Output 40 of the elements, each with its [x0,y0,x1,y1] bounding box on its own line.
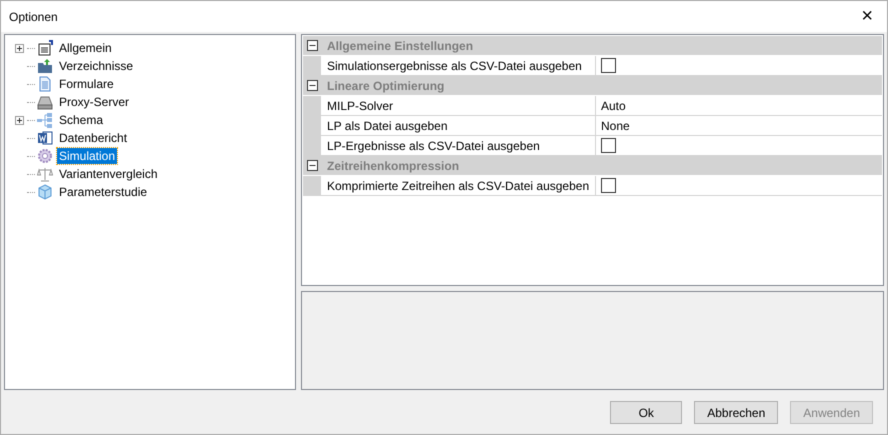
checkbox[interactable] [601,58,616,73]
tree-item[interactable]: Allgemein [57,40,114,56]
tree-item[interactable]: Variantenvergleich [57,166,160,182]
tree-item[interactable]: Formulare [57,76,116,92]
collapse-icon[interactable] [306,40,318,51]
category-label: Allgemeine Einstellungen [327,38,474,52]
dialog-button[interactable]: Ok [610,401,682,424]
word-document-icon [37,130,53,146]
tree-item[interactable]: Verzeichnisse [57,58,136,74]
expand-icon[interactable] [14,116,24,124]
tree-item[interactable]: Datenbericht [57,130,130,146]
collapse-icon[interactable] [306,160,318,171]
document-icon [37,76,53,92]
dialog-button[interactable]: Abbrechen [694,401,778,424]
property-name: LP-Ergebnisse als CSV-Datei ausgeben [321,136,596,155]
drive-icon [37,94,53,110]
close-button[interactable]: × [855,5,879,28]
property-value[interactable]: None [596,116,882,135]
checkbox[interactable] [601,138,616,153]
settings-document-icon [37,40,53,56]
balance-scale-icon [37,166,53,182]
tree-item[interactable]: Simulation [57,148,118,164]
expand-icon[interactable] [14,44,24,52]
cube-icon [37,184,53,200]
tree-item[interactable]: Parameterstudie [57,184,150,200]
gear-icon [37,148,53,164]
checkbox[interactable] [601,178,616,193]
hierarchy-icon [37,112,53,128]
property-name: Komprimierte Zeitreihen als CSV-Datei ausgeben [321,176,596,195]
property-name: MILP-Solver [321,96,596,115]
tree-item[interactable]: Proxy-Server [57,94,132,110]
category-label: Lineare Optimierung [327,78,444,92]
window-title: Optionen [9,10,58,24]
property-value[interactable]: Auto [596,96,882,115]
folder-icon [37,58,53,74]
collapse-icon[interactable] [306,80,318,91]
category-label: Zeitreihenkompression [327,158,460,172]
property-name: Simulationsergebnisse als CSV-Datei ausgeben [321,56,596,75]
property-name: LP als Datei ausgeben [321,116,596,135]
tree-item[interactable]: Schema [57,112,106,128]
